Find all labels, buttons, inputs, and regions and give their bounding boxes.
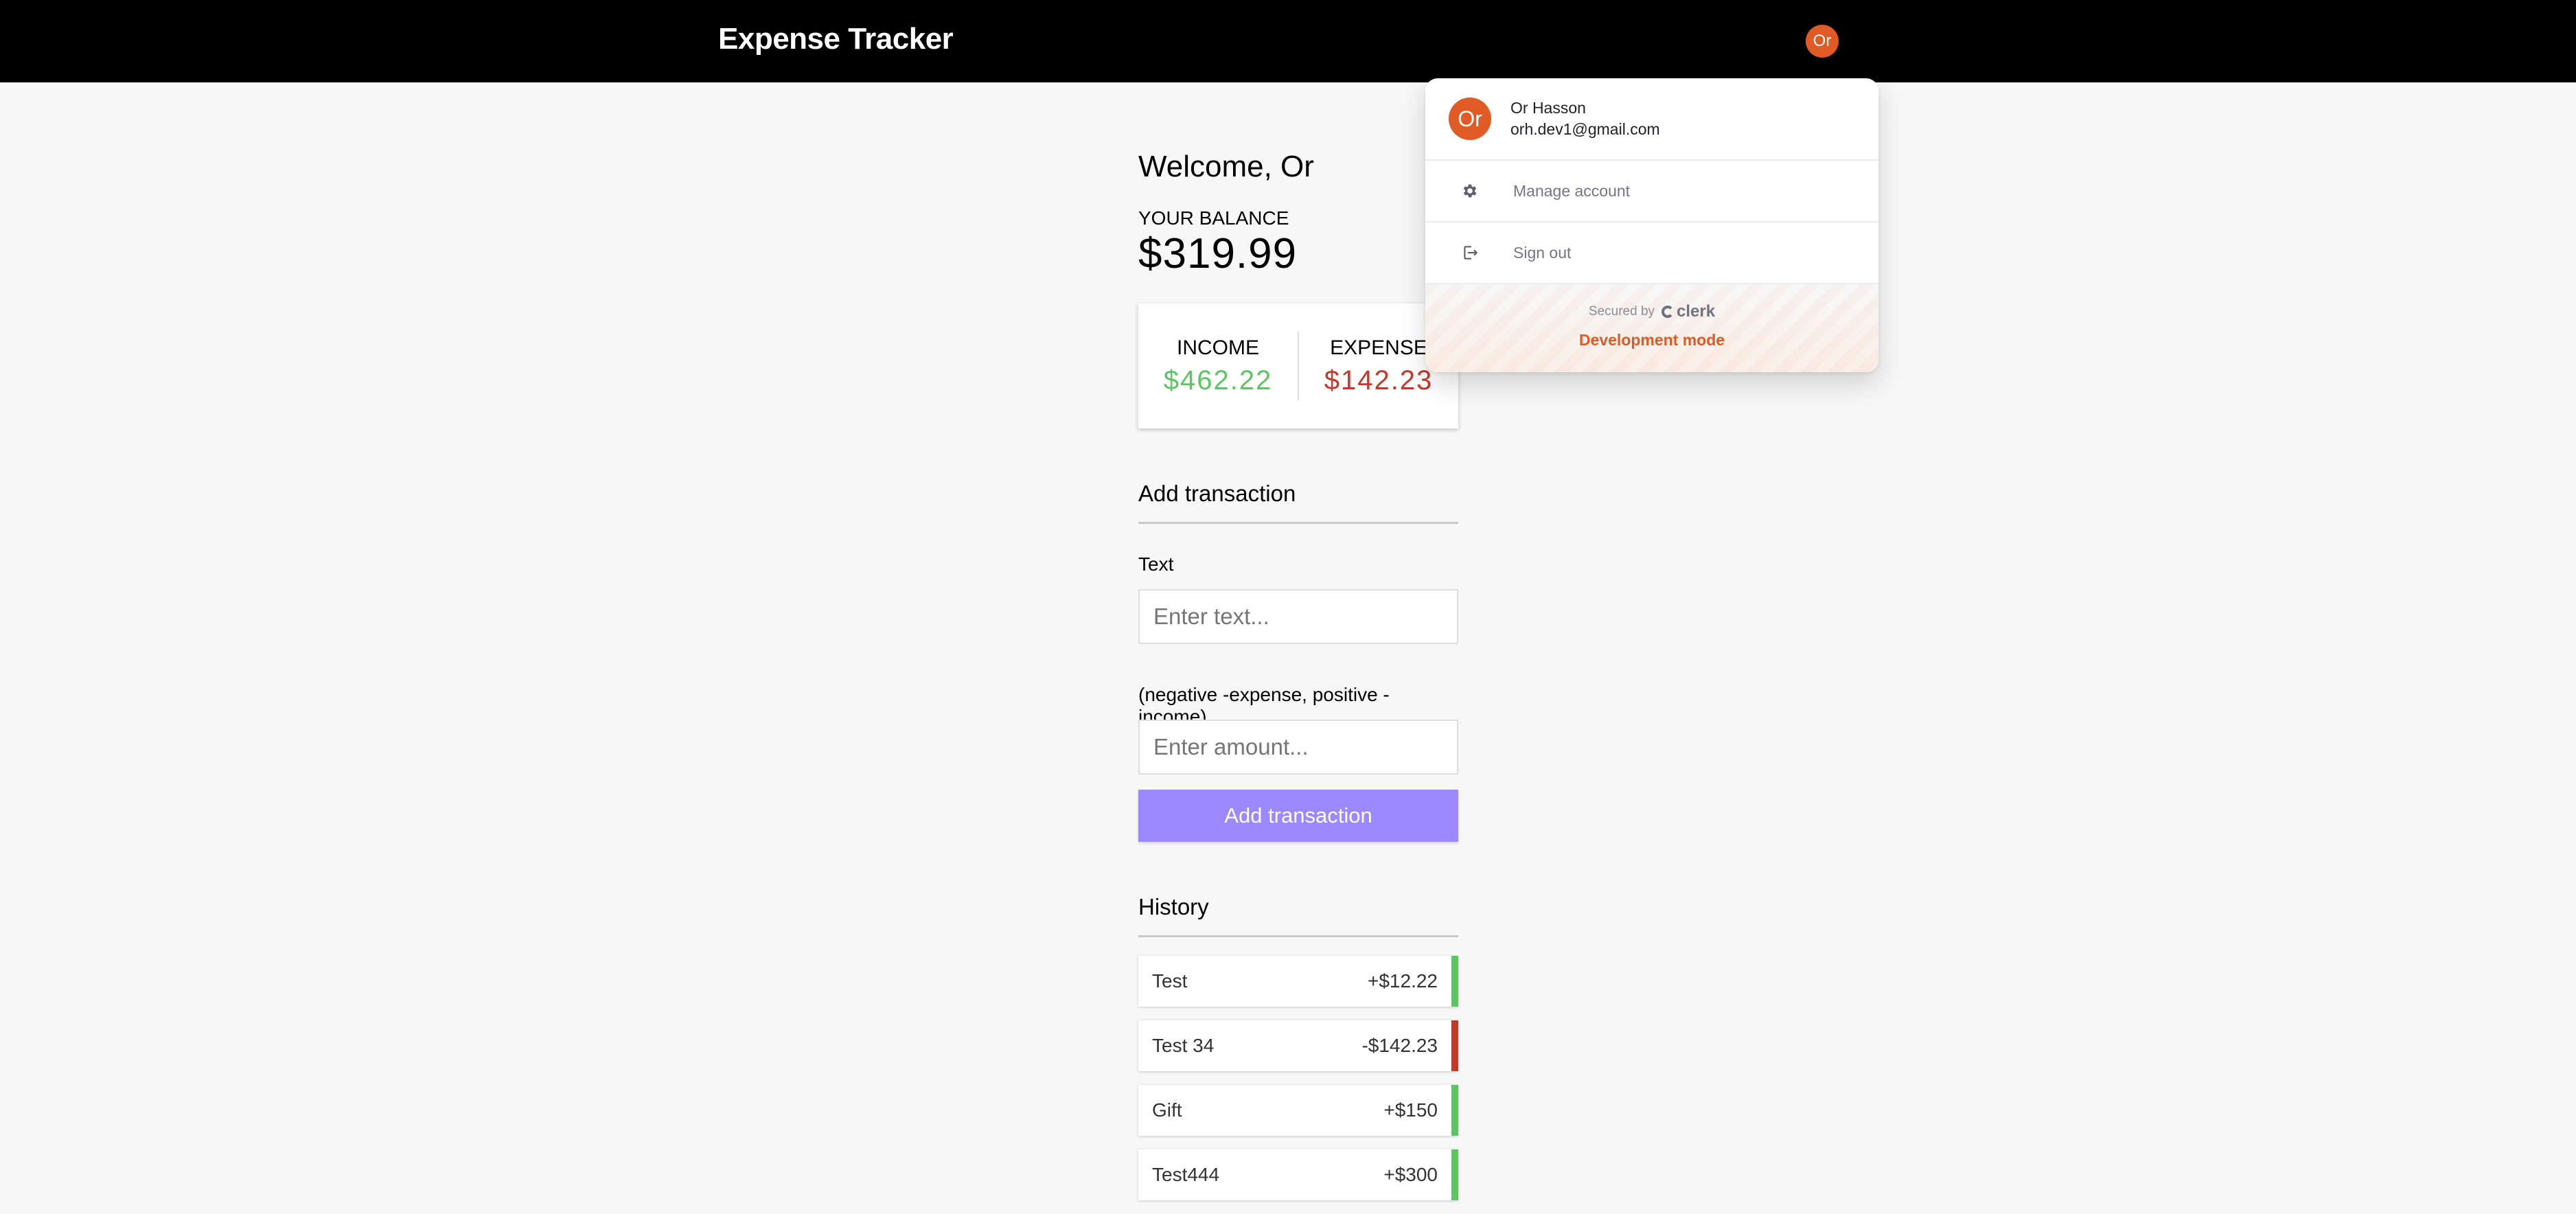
manage-account-button[interactable]: Manage account (1425, 161, 1878, 222)
transaction-text: Gift (1152, 1099, 1182, 1121)
income-expense-card: INCOME $462.22 EXPENSE $142.23 (1138, 304, 1458, 428)
popover-avatar: Or (1449, 98, 1491, 140)
income-column: INCOME $462.22 (1138, 336, 1298, 396)
add-transaction-heading: Add transaction (1138, 481, 1458, 524)
user-avatar-button[interactable]: Or (1806, 25, 1839, 58)
transaction-text: Test444 (1152, 1164, 1220, 1185)
development-mode-badge: Development mode (1578, 331, 1725, 349)
clerk-logo: clerk (1661, 302, 1715, 321)
amount-input[interactable] (1138, 720, 1458, 775)
gear-icon (1461, 182, 1479, 200)
income-indicator (1451, 956, 1458, 1007)
transaction-item[interactable]: Test444 +$300 (1138, 1149, 1458, 1200)
sign-out-label: Sign out (1513, 243, 1572, 262)
popover-footer: Secured by clerk Development mode (1425, 284, 1878, 372)
transaction-item[interactable]: Test 34 -$142.23 (1138, 1020, 1458, 1071)
balance-label: YOUR BALANCE (1138, 207, 1289, 229)
user-preview: Or Or Hasson orh.dev1@gmail.com (1425, 78, 1878, 161)
history-heading: History (1138, 894, 1458, 937)
manage-account-label: Manage account (1513, 181, 1631, 200)
secured-by: Secured by clerk (1425, 302, 1878, 321)
transaction-amount: +$12.22 (1368, 970, 1438, 992)
transaction-amount: -$142.23 (1361, 1035, 1438, 1056)
welcome-heading: Welcome, Or (1138, 150, 1314, 183)
user-info: Or Hasson orh.dev1@gmail.com (1510, 98, 1660, 140)
clerk-logo-icon (1661, 306, 1675, 318)
top-bar: Expense Tracker Or (0, 0, 2576, 82)
balance-value: $319.99 (1138, 230, 1298, 277)
expense-indicator (1451, 1020, 1458, 1071)
transaction-item[interactable]: Gift +$150 (1138, 1085, 1458, 1136)
transaction-text: Test 34 (1152, 1035, 1215, 1056)
transaction-item[interactable]: Test +$12.22 (1138, 956, 1458, 1007)
text-input[interactable] (1138, 589, 1458, 644)
transaction-text: Test (1152, 970, 1188, 992)
text-field-label: Text (1138, 553, 1174, 575)
user-email: orh.dev1@gmail.com (1510, 120, 1660, 138)
income-indicator (1451, 1085, 1458, 1136)
app-title: Expense Tracker (718, 22, 954, 56)
user-name: Or Hasson (1510, 99, 1586, 117)
transaction-amount: +$300 (1383, 1164, 1438, 1185)
transaction-amount: +$150 (1383, 1099, 1438, 1121)
history-list: Test +$12.22 Test 34 -$142.23 Gift +$150 Test4… (1138, 956, 1458, 1214)
add-transaction-button[interactable]: Add transaction (1138, 790, 1458, 842)
income-value: $462.22 (1163, 365, 1273, 396)
clerk-brand: clerk (1677, 302, 1716, 321)
sign-out-icon (1461, 244, 1479, 262)
secured-by-label: Secured by (1588, 304, 1655, 319)
income-indicator (1451, 1149, 1458, 1200)
user-menu-popover: Or Or Hasson orh.dev1@gmail.com Manage a… (1425, 78, 1878, 372)
sign-out-button[interactable]: Sign out (1425, 222, 1878, 284)
income-label: INCOME (1177, 336, 1259, 359)
